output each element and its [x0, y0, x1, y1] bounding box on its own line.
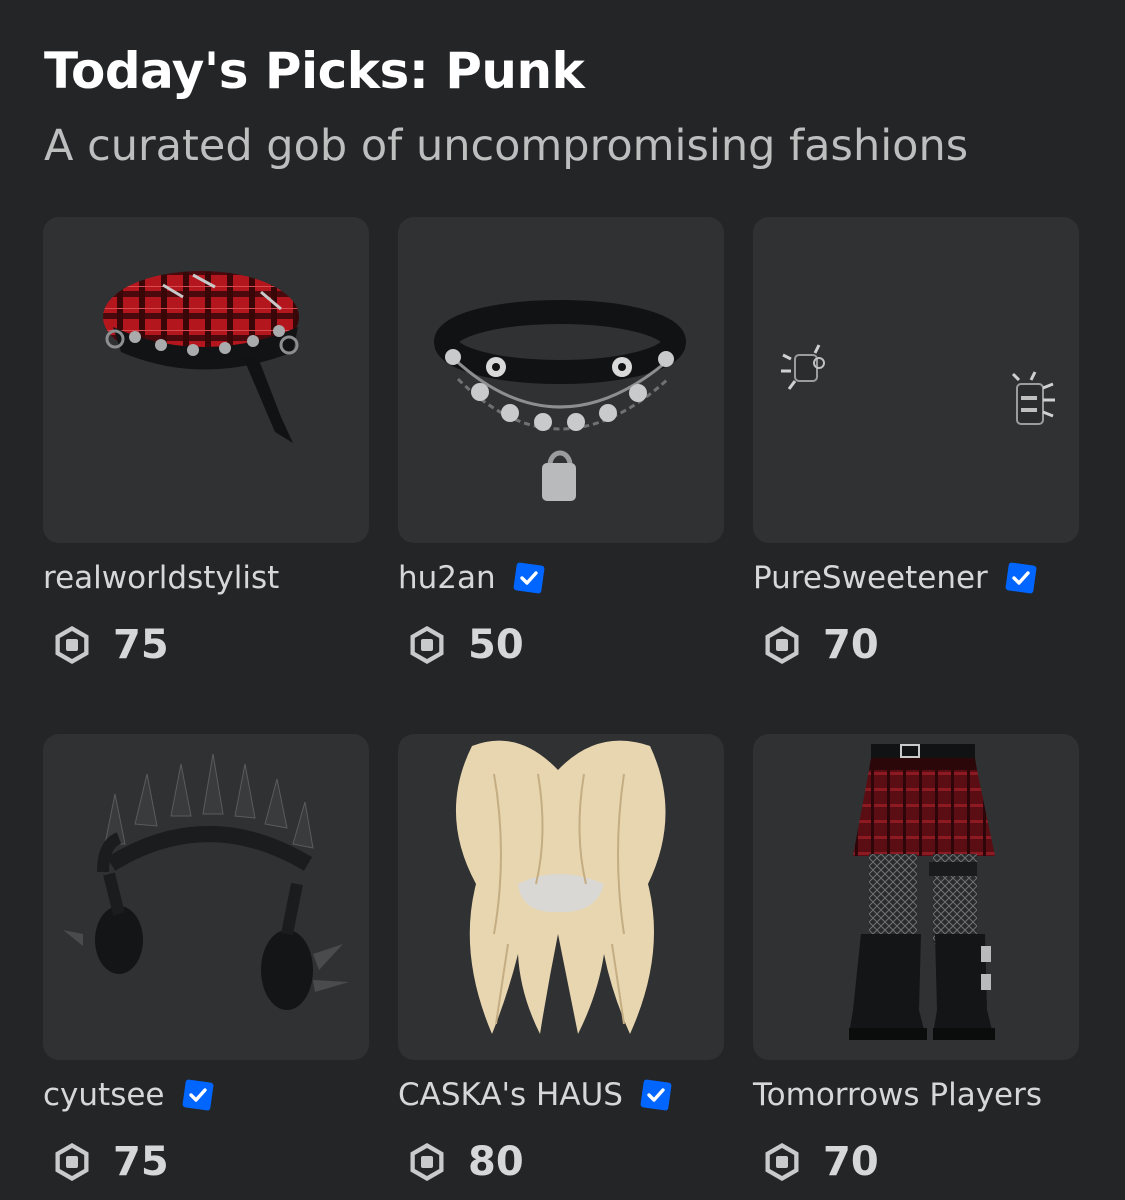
- plaid-skirt-image: [849, 744, 995, 1040]
- item-thumbnail[interactable]: [398, 734, 724, 1060]
- item-card[interactable]: cyutsee 75: [43, 734, 369, 1200]
- item-card[interactable]: realworldstylist 75: [43, 217, 369, 684]
- page-title: Today's Picks: Punk: [44, 42, 585, 100]
- price: 75: [113, 1139, 169, 1185]
- item-grid: realworldstylist 75 hu2an 50 PureSweeten…: [43, 217, 1079, 1200]
- item-card[interactable]: CASKA's HAUS 80: [398, 734, 724, 1200]
- item-thumbnail[interactable]: [398, 217, 724, 543]
- item-thumbnail[interactable]: [43, 734, 369, 1060]
- verified-badge-icon: [639, 1078, 673, 1112]
- creator-name[interactable]: hu2an: [398, 557, 496, 599]
- robux-icon: [51, 1141, 93, 1183]
- blonde-hair-image: [455, 740, 666, 1034]
- choker-image: [434, 300, 686, 501]
- creator-name[interactable]: Tomorrows Players: [753, 1074, 1042, 1116]
- page-header: Today's Picks: Punk A curated gob of unc…: [44, 38, 1084, 174]
- creator-name[interactable]: PureSweetener: [753, 557, 988, 599]
- item-card[interactable]: PureSweetener 70: [753, 217, 1079, 684]
- price: 70: [823, 1139, 879, 1185]
- item-thumbnail[interactable]: [753, 734, 1079, 1060]
- beret-image: [103, 271, 299, 443]
- wrist-cuffs-image: [781, 344, 1055, 425]
- robux-icon: [761, 1141, 803, 1183]
- item-thumbnail[interactable]: [753, 217, 1079, 543]
- price: 75: [113, 622, 169, 668]
- price: 80: [468, 1139, 524, 1185]
- verified-badge-icon: [512, 561, 546, 595]
- creator-name[interactable]: realworldstylist: [43, 557, 279, 599]
- creator-name[interactable]: CASKA's HAUS: [398, 1074, 623, 1116]
- verified-badge-icon: [181, 1078, 215, 1112]
- price: 70: [823, 622, 879, 668]
- robux-icon: [761, 624, 803, 666]
- item-card[interactable]: hu2an 50: [398, 217, 724, 684]
- page-subtitle: A curated gob of uncompromising fashions: [44, 121, 969, 171]
- price: 50: [468, 622, 524, 668]
- robux-icon: [51, 624, 93, 666]
- robux-icon: [406, 1141, 448, 1183]
- creator-name[interactable]: cyutsee: [43, 1074, 165, 1116]
- item-thumbnail[interactable]: [43, 217, 369, 543]
- robux-icon: [406, 624, 448, 666]
- item-card[interactable]: Tomorrows Players 70: [753, 734, 1079, 1200]
- spiked-headphones-image: [63, 753, 349, 1010]
- verified-badge-icon: [1004, 561, 1038, 595]
